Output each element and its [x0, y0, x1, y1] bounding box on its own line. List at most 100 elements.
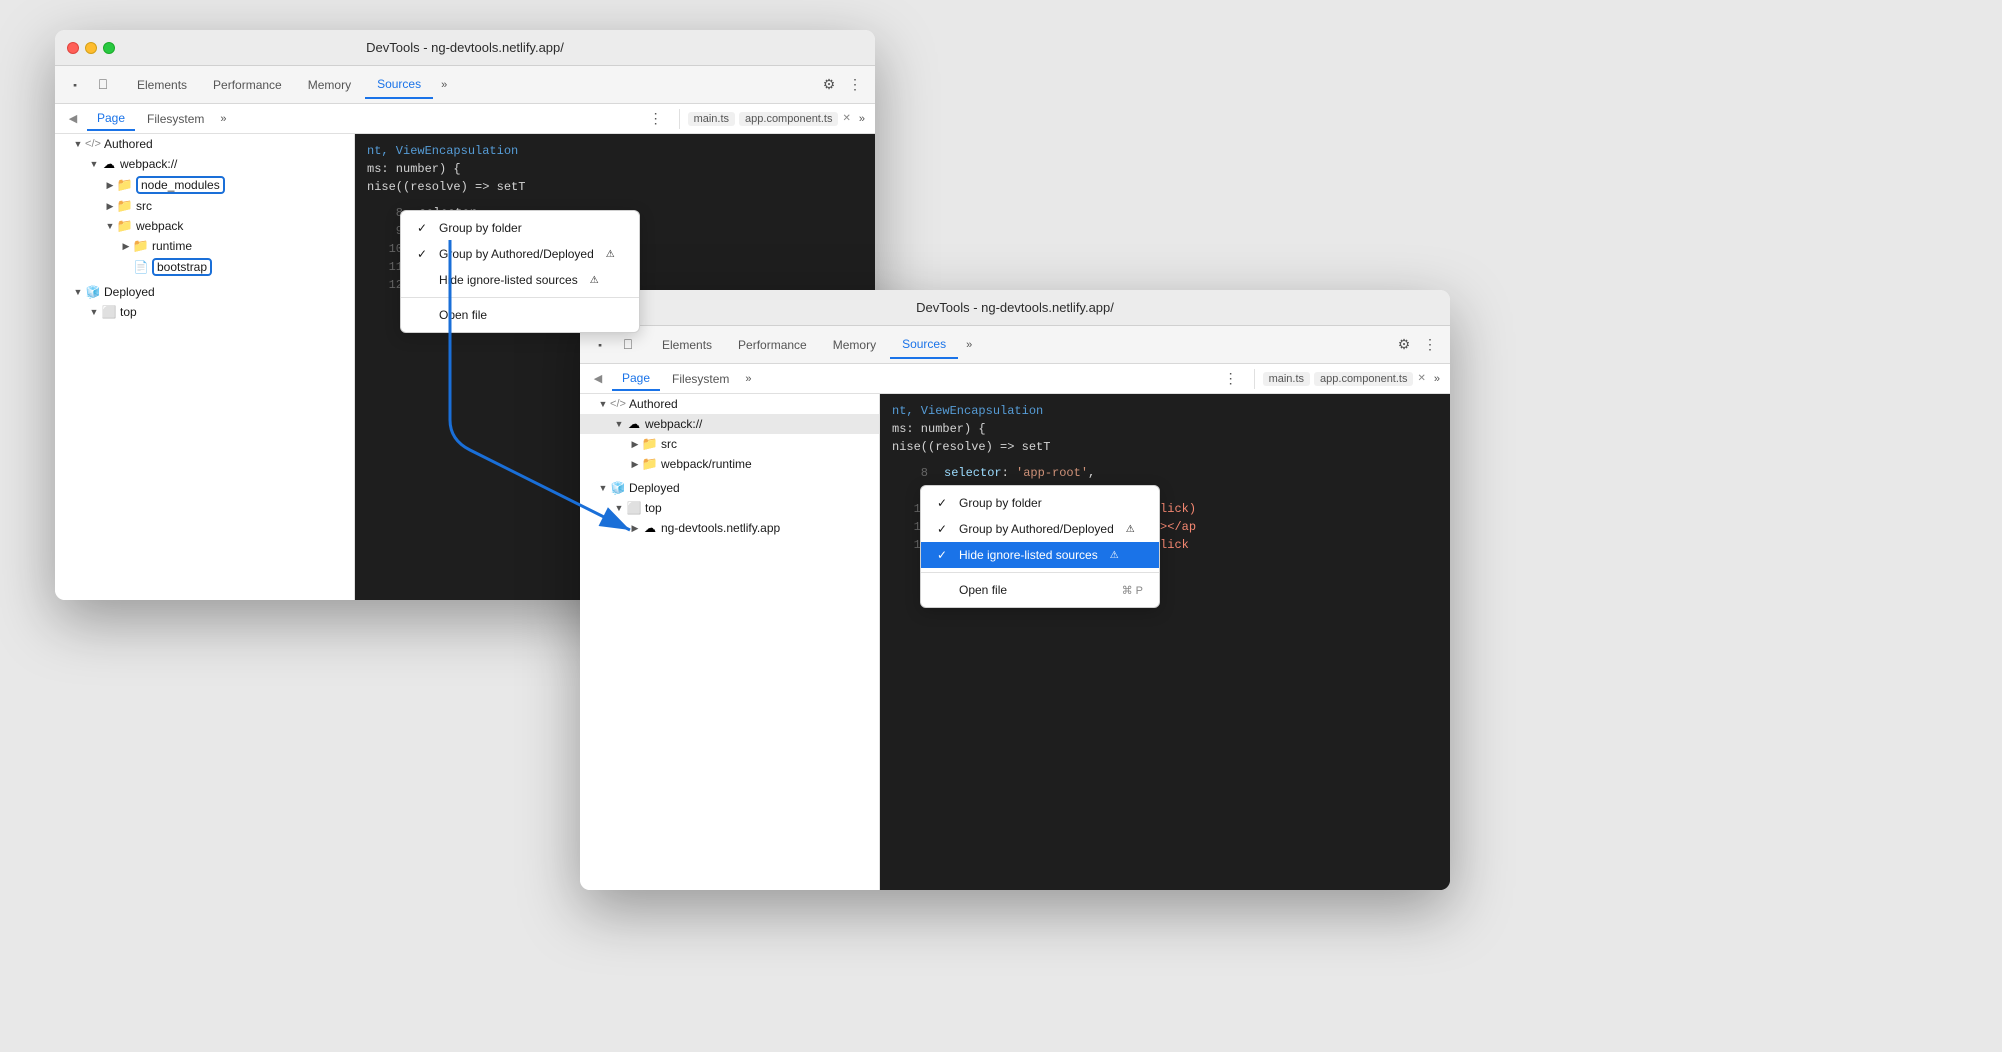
nav-back-icon-2[interactable]: ◀ — [586, 367, 610, 391]
tree-webpack-1[interactable]: ▼ ☁ webpack:// — [55, 154, 354, 174]
editor-tab-main-1[interactable]: main.ts — [688, 112, 735, 126]
menu-group-folder-label-1: Group by folder — [439, 221, 522, 235]
tree-authored-2[interactable]: ▼ </> Authored — [580, 394, 879, 414]
tab-performance-2[interactable]: Performance — [726, 332, 819, 358]
tree-bootstrap-1[interactable]: ▶ 📄 bootstrap — [55, 256, 354, 278]
folder-icon-src-2: 📁 — [642, 436, 658, 452]
sec-tab-page-1[interactable]: Page — [87, 107, 135, 131]
inspect-icon-2[interactable]: ⎕ — [616, 333, 640, 357]
expand-authored-1[interactable]: ▼ — [71, 137, 85, 151]
close-button-1[interactable] — [67, 42, 79, 54]
menu-group-authored-1[interactable]: ✓ Group by Authored/Deployed ⚠ — [401, 241, 639, 267]
menu-hide-label-2: Hide ignore-listed sources — [959, 548, 1098, 562]
editor-tab-component-1[interactable]: app.component.ts — [739, 112, 838, 126]
check-icon-group-authored-2: ✓ — [937, 522, 951, 536]
menu-divider-2 — [921, 572, 1159, 573]
menu-group-folder-label-2: Group by folder — [959, 496, 1042, 510]
tree-webpack-2[interactable]: ▼ ☁ webpack:// — [580, 414, 879, 434]
expand-top-1[interactable]: ▼ — [87, 305, 101, 319]
menu-group-authored-2[interactable]: ✓ Group by Authored/Deployed ⚠ — [921, 516, 1159, 542]
tree-src-1[interactable]: ▶ 📁 src — [55, 196, 354, 216]
tab-performance-1[interactable]: Performance — [201, 72, 294, 98]
expand-src-2[interactable]: ▶ — [628, 437, 642, 451]
expand-authored-2[interactable]: ▼ — [596, 397, 610, 411]
tree-node-modules-1[interactable]: ▶ 📁 node_modules — [55, 174, 354, 196]
tree-top-2[interactable]: ▼ ⬜ top — [580, 498, 879, 518]
title-bar-2: DevTools - ng-devtools.netlify.app/ — [580, 290, 1450, 326]
expand-webpack-2[interactable]: ▼ — [612, 417, 626, 431]
expand-top-2[interactable]: ▼ — [612, 501, 626, 515]
tree-runtime-1[interactable]: ▶ 📁 runtime — [55, 236, 354, 256]
cursor-icon[interactable]: ⬝ — [63, 73, 87, 97]
tab-memory-2[interactable]: Memory — [821, 332, 888, 358]
minimize-button-1[interactable] — [85, 42, 97, 54]
tab-sources-2[interactable]: Sources — [890, 331, 958, 359]
menu-open-file-1[interactable]: ✓ Open file — [401, 302, 639, 328]
editor-more-2[interactable]: » — [1430, 369, 1444, 389]
expand-node-modules-1[interactable]: ▶ — [103, 178, 117, 192]
expand-webpack-folder-1[interactable]: ▼ — [103, 219, 117, 233]
expand-runtime-1[interactable]: ▶ — [119, 239, 133, 253]
menu-group-folder-1[interactable]: ✓ Group by folder — [401, 215, 639, 241]
code-header3-1: nise((resolve) => setT — [367, 178, 863, 196]
expand-webpack-runtime-2[interactable]: ▶ — [628, 457, 642, 471]
tree-ng-devtools-2[interactable]: ▶ ☁ ng-devtools.netlify.app — [580, 518, 879, 538]
nav-back-icon-1[interactable]: ◀ — [61, 107, 85, 131]
sec-tab-filesystem-1[interactable]: Filesystem — [137, 108, 214, 130]
sec-dots-2[interactable]: ⋮ — [1218, 368, 1244, 389]
expand-ng-devtools-2[interactable]: ▶ — [628, 521, 642, 535]
tree-webpack-folder-1[interactable]: ▼ 📁 webpack — [55, 216, 354, 236]
tab-icons-1: ⬝ ⎕ — [63, 73, 115, 97]
sec-tab-page-2[interactable]: Page — [612, 367, 660, 391]
sec-tab-filesystem-2[interactable]: Filesystem — [662, 368, 739, 390]
cloud-icon-2: ☁ — [626, 416, 642, 432]
gear-icon-2[interactable]: ⚙ — [1392, 333, 1416, 357]
menu-open-file-2[interactable]: ✓ Open file ⌘ P — [921, 577, 1159, 603]
tree-src-2[interactable]: ▶ 📁 src — [580, 434, 879, 454]
folder-icon-webpack-runtime-2: 📁 — [642, 456, 658, 472]
editor-tab-component-2[interactable]: app.component.ts — [1314, 372, 1413, 386]
code-line-8-2: 8 selector: 'app-root', — [892, 464, 1438, 482]
tab-more-2[interactable]: » — [960, 335, 978, 355]
menu-hide-ignore-1[interactable]: ✓ Hide ignore-listed sources ⚠ — [401, 267, 639, 293]
menu-group-folder-2[interactable]: ✓ Group by folder — [921, 490, 1159, 516]
tab-elements-1[interactable]: Elements — [125, 72, 199, 98]
tab-elements-2[interactable]: Elements — [650, 332, 724, 358]
square-icon-2: ⬜ — [626, 500, 642, 516]
tab-more-1[interactable]: » — [435, 75, 453, 95]
gear-icon-1[interactable]: ⚙ — [817, 73, 841, 97]
code-header2-2: ms: number) { — [892, 420, 1438, 438]
editor-more-1[interactable]: » — [855, 109, 869, 129]
check-icon-group-authored-1: ✓ — [417, 247, 431, 261]
tab-sources-1[interactable]: Sources — [365, 71, 433, 99]
window-title-2: DevTools - ng-devtools.netlify.app/ — [916, 300, 1114, 315]
cursor-icon-2[interactable]: ⬝ — [588, 333, 612, 357]
tree-top-1[interactable]: ▼ ⬜ top — [55, 302, 354, 322]
editor-tab-main-2[interactable]: main.ts — [1263, 372, 1310, 386]
sec-dots-1[interactable]: ⋮ — [643, 108, 669, 129]
authored-label-1: Authored — [104, 137, 153, 151]
tree-webpack-runtime-2[interactable]: ▶ 📁 webpack/runtime — [580, 454, 879, 474]
code-icon-1: </> — [85, 136, 101, 152]
menu-hide-ignore-2[interactable]: ✓ Hide ignore-listed sources ⚠ — [921, 542, 1159, 568]
tree-deployed-2[interactable]: ▼ 🧊 Deployed — [580, 478, 879, 498]
tab-memory-1[interactable]: Memory — [296, 72, 363, 98]
tree-authored-1[interactable]: ▼ </> Authored — [55, 134, 354, 154]
editor-tab-close-2[interactable]: ✕ — [1417, 373, 1425, 384]
tree-deployed-1[interactable]: ▼ 🧊 Deployed — [55, 282, 354, 302]
inspect-icon[interactable]: ⎕ — [91, 73, 115, 97]
expand-deployed-1[interactable]: ▼ — [71, 285, 85, 299]
dots-icon-2[interactable]: ⋮ — [1418, 333, 1442, 357]
dots-icon-1[interactable]: ⋮ — [843, 73, 867, 97]
maximize-button-1[interactable] — [103, 42, 115, 54]
main-content-2: ▼ </> Authored ▼ ☁ webpack:// ▶ 📁 src ▶ … — [580, 394, 1450, 890]
title-bar-1: DevTools - ng-devtools.netlify.app/ — [55, 30, 875, 66]
sec-more-1[interactable]: » — [216, 109, 230, 129]
sidebar-2: ▼ </> Authored ▼ ☁ webpack:// ▶ 📁 src ▶ … — [580, 394, 880, 890]
sec-more-2[interactable]: » — [741, 369, 755, 389]
expand-src-1[interactable]: ▶ — [103, 199, 117, 213]
editor-tab-close-1[interactable]: ✕ — [842, 113, 850, 124]
expand-deployed-2[interactable]: ▼ — [596, 481, 610, 495]
menu-open-label-2: Open file — [959, 583, 1007, 597]
expand-webpack-1[interactable]: ▼ — [87, 157, 101, 171]
